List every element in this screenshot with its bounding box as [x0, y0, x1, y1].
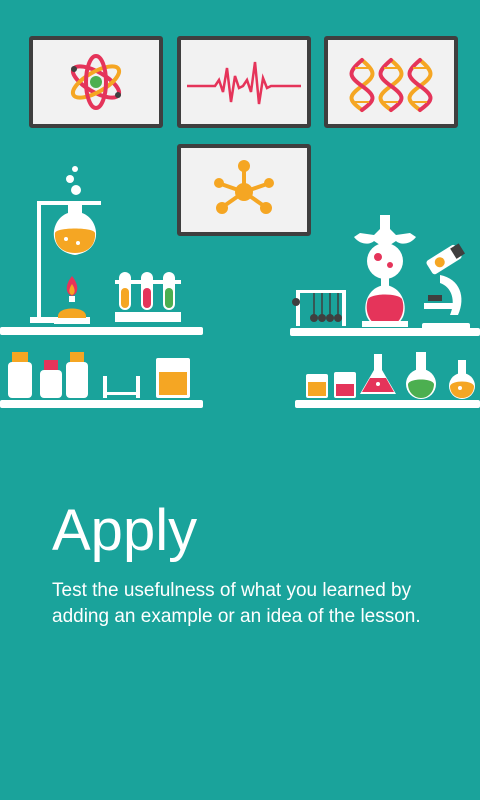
beakers-flasks-icon: [306, 352, 475, 399]
molecule-frame: [177, 144, 311, 236]
atom-icon: [70, 54, 122, 110]
page-title: Apply: [52, 498, 198, 563]
newton-cradle-icon: [292, 290, 346, 326]
test-tubes-icon: [115, 272, 181, 322]
bottles-icon: [8, 352, 190, 398]
right-upper-shelf: [290, 328, 480, 336]
dna-frame: [324, 36, 458, 128]
atom-frame: [29, 36, 163, 128]
distillation-flask-icon: [354, 215, 416, 327]
molecule-icon: [214, 160, 274, 214]
heartbeat-frame: [177, 36, 311, 128]
left-upper-shelf: [0, 327, 203, 335]
left-lower-shelf: [0, 400, 203, 408]
burner-icon: [54, 276, 90, 324]
heartbeat-icon: [187, 61, 301, 105]
microscope-icon: [422, 243, 470, 331]
right-lower-shelf: [295, 400, 480, 408]
dna-icon: [349, 58, 433, 112]
page-description: Test the usefulness of what you learned …: [52, 580, 421, 627]
